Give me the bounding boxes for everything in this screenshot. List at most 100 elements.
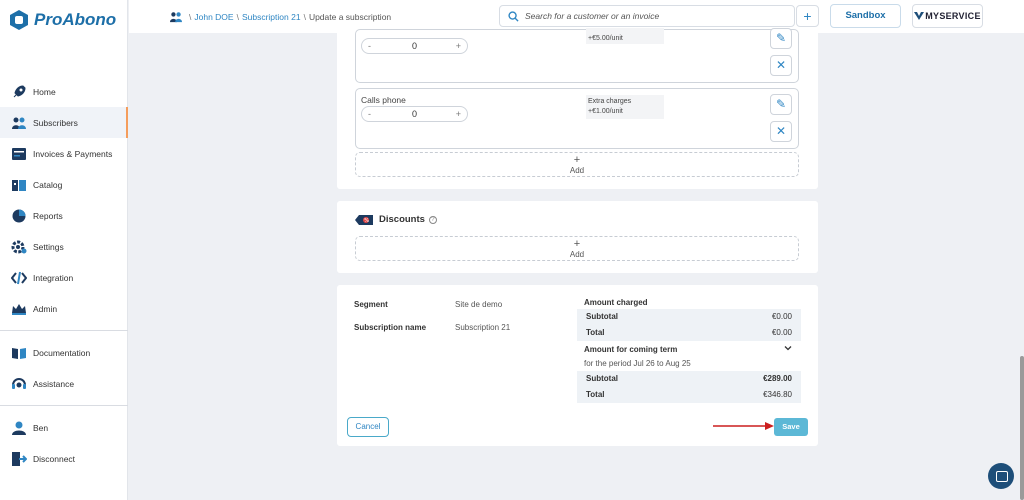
code-icon xyxy=(10,270,28,286)
add-addon-button[interactable]: + Add xyxy=(355,152,799,177)
coming-total-value: €346.80 xyxy=(763,390,792,399)
sidebar-item-admin[interactable]: Admin xyxy=(0,293,128,324)
extra-charges: +€5.00/unit xyxy=(586,28,664,44)
chat-widget-button[interactable] xyxy=(988,463,1014,489)
divider xyxy=(0,405,128,406)
invoice-icon xyxy=(11,146,27,162)
sidebar-item-documentation[interactable]: Documentation xyxy=(0,337,128,368)
logo-icon xyxy=(10,10,28,30)
subscription-name-label: Subscription name xyxy=(354,323,427,332)
discount-tag-icon: % xyxy=(355,214,373,225)
chevron-down-icon[interactable] xyxy=(784,344,792,354)
business-switcher[interactable]: MYSERVICE xyxy=(912,4,983,28)
discounts-header: % Discounts ? xyxy=(355,214,437,225)
sidebar-item-disconnect[interactable]: Disconnect xyxy=(0,443,128,474)
discounts-title: Discounts xyxy=(379,214,425,225)
amount-charged-title: Amount charged xyxy=(584,298,648,307)
app-logo[interactable]: ProAbono xyxy=(10,10,116,30)
amount-row: Total €346.80 xyxy=(577,387,801,403)
sidebar-item-catalog[interactable]: Catalog xyxy=(0,169,128,200)
addon-item: Calls phone - 0 + Extra charges +€1.00/u… xyxy=(355,88,799,149)
sidebar-item-label: Disconnect xyxy=(33,453,76,464)
headset-icon xyxy=(11,376,27,392)
user-icon xyxy=(11,420,27,436)
subscribers-icon xyxy=(11,115,27,131)
breadcrumb-customer[interactable]: John DOE xyxy=(194,12,233,22)
quantity-stepper[interactable]: - 0 + xyxy=(361,106,468,122)
sandbox-button[interactable]: Sandbox xyxy=(830,4,901,28)
edit-button[interactable]: ✎ xyxy=(770,94,792,115)
book-icon xyxy=(11,345,27,361)
svg-text:%: % xyxy=(364,218,369,224)
sidebar-item-label: Subscribers xyxy=(33,117,78,128)
help-icon[interactable]: ? xyxy=(428,215,437,224)
total-value: €0.00 xyxy=(771,328,792,337)
subtotal-value: €0.00 xyxy=(771,312,792,321)
divider xyxy=(0,330,128,331)
sidebar-item-label: Assistance xyxy=(33,378,75,389)
quantity-value[interactable]: 0 xyxy=(362,41,467,51)
increment-button[interactable]: + xyxy=(456,109,461,119)
sidebar-item-invoices[interactable]: Invoices & Payments xyxy=(0,138,128,169)
breadcrumb-separator: \ xyxy=(236,12,239,22)
add-discount-button[interactable]: + Add xyxy=(355,236,799,261)
add-label: Add xyxy=(569,250,585,259)
remove-button[interactable]: ✕ xyxy=(770,55,792,76)
brand-logo-icon xyxy=(914,11,925,21)
extra-charges: Extra charges +€1.00/unit xyxy=(586,95,664,119)
segment-value: Site de demo xyxy=(455,300,503,309)
catalog-icon xyxy=(11,177,27,193)
extra-charges-label: Extra charges xyxy=(588,98,632,105)
addon-name: Calls phone xyxy=(361,95,406,105)
sidebar-item-subscribers[interactable]: Subscribers xyxy=(0,107,128,138)
extra-charges-value: +€1.00/unit xyxy=(588,108,623,115)
sidebar-item-label: Settings xyxy=(33,241,64,252)
cancel-button[interactable]: Cancel xyxy=(347,417,389,437)
increment-button[interactable]: + xyxy=(456,41,461,51)
business-name: MYSERVICE xyxy=(925,11,981,21)
plus-icon: + xyxy=(573,154,581,166)
page-scrollbar[interactable] xyxy=(1020,356,1024,500)
app-name: ProAbono xyxy=(34,10,117,29)
coming-term-title[interactable]: Amount for coming term xyxy=(584,345,677,354)
quick-add-button[interactable]: + xyxy=(796,5,819,27)
amount-row: Subtotal €289.00 xyxy=(577,371,801,387)
search-input[interactable]: Search for a customer or an invoice xyxy=(499,5,795,27)
search-placeholder: Search for a customer or an invoice xyxy=(525,11,660,21)
addon-item: - 0 + +€5.00/unit xyxy=(355,28,799,83)
sidebar-item-label: Integration xyxy=(33,272,74,283)
edit-button[interactable]: ✎ xyxy=(770,28,792,49)
sidebar-item-assistance[interactable]: Assistance xyxy=(0,368,128,399)
save-button[interactable]: Save xyxy=(774,418,808,436)
sidebar-item-label: Admin xyxy=(33,303,58,314)
sidebar: ProAbono Home Subscribers Invoices & Pay… xyxy=(0,0,128,500)
crown-icon xyxy=(11,301,27,317)
pencil-icon: ✎ xyxy=(775,97,787,111)
breadcrumb-current: Update a subscription xyxy=(308,12,392,22)
sidebar-item-settings[interactable]: Settings xyxy=(0,231,128,262)
subscribers-icon xyxy=(169,11,183,23)
quantity-value[interactable]: 0 xyxy=(362,109,467,119)
close-icon: ✕ xyxy=(775,124,787,138)
sidebar-item-home[interactable]: Home xyxy=(0,76,128,107)
gear-icon xyxy=(11,239,27,255)
subtotal-label: Subtotal xyxy=(586,312,618,321)
discounts-card: % Discounts ? + Add xyxy=(337,201,818,273)
period-text: for the period Jul 26 to Aug 25 xyxy=(584,359,691,368)
sidebar-item-label: Ben xyxy=(33,422,49,433)
extra-charges-value: +€5.00/unit xyxy=(588,35,623,42)
addons-card: - 0 + +€5.00/unit ✎ ✕ Calls phone - 0 + … xyxy=(337,28,818,189)
sidebar-item-integration[interactable]: Integration xyxy=(0,262,128,293)
breadcrumb-subscription[interactable]: Subscription 21 xyxy=(242,12,301,22)
remove-button[interactable]: ✕ xyxy=(770,121,792,142)
arrow-annotation-icon xyxy=(713,422,774,430)
coming-subtotal-value: €289.00 xyxy=(763,374,792,383)
close-icon: ✕ xyxy=(775,58,787,72)
main-nav: Home Subscribers Invoices & Payments Cat… xyxy=(0,76,128,474)
sidebar-item-user[interactable]: Ben xyxy=(0,412,128,443)
quantity-stepper[interactable]: - 0 + xyxy=(361,38,468,54)
amount-row: Subtotal €0.00 xyxy=(577,309,801,325)
coming-total-label: Total xyxy=(586,390,605,399)
sidebar-item-reports[interactable]: Reports xyxy=(0,200,128,231)
total-label: Total xyxy=(586,328,605,337)
